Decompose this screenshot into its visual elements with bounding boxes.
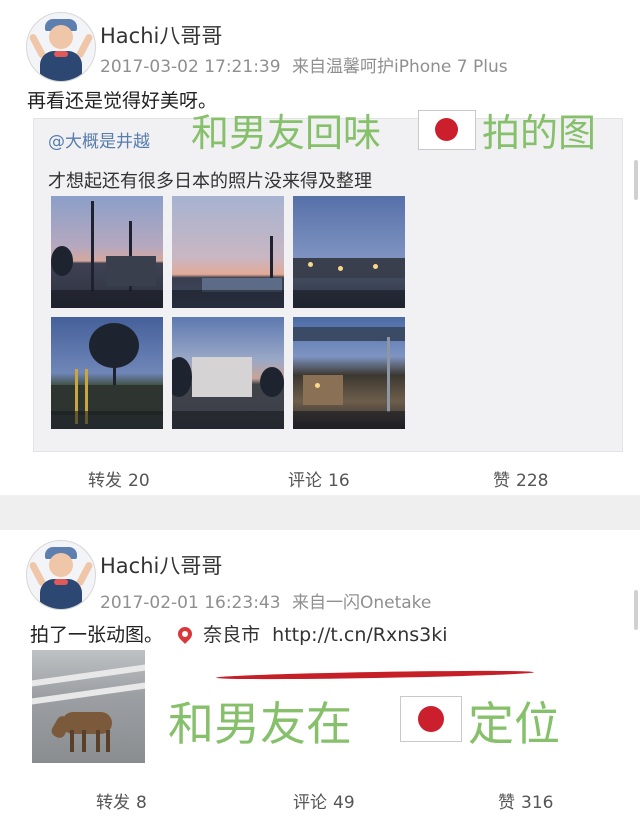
repost-label: 转发 [96,793,130,813]
post-text: 拍了一张动图。 奈良市 http://t.cn/Rxns3ki [30,620,448,647]
short-link[interactable]: http://t.cn/Rxns3ki [272,624,447,646]
timestamp: 2017-03-02 17:21:39 [100,57,281,77]
avatar[interactable] [26,540,96,610]
comment-count: 16 [328,471,350,491]
like-count: 316 [521,793,554,813]
scrollbar[interactable] [634,590,638,630]
repost-button[interactable]: 转发 8 [96,788,147,813]
username[interactable]: Hachi八哥哥 [100,550,222,580]
like-button[interactable]: 赞 316 [498,788,553,813]
repost-text: 才想起还有很多日本的照片没来得及整理 [48,171,372,192]
like-button[interactable]: 赞 228 [493,466,548,491]
annotation-text: 和男友回味 [191,111,382,155]
annotation-text-end: 拍的图 [482,111,597,155]
like-label: 赞 [498,793,515,813]
repost-button[interactable]: 转发 20 [88,466,150,491]
weibo-post-2: Hachi八哥哥 2017-02-01 16:23:43 来自一闪Onetake… [8,530,632,825]
photo-thumbnail[interactable] [293,196,405,308]
location-pin-icon [173,624,197,644]
mention-link[interactable]: @大概是井越 [48,127,150,152]
scrollbar[interactable] [634,160,638,200]
repost-count: 20 [128,471,150,491]
post-text-body: 拍了一张动图。 [30,624,164,646]
post-meta: 2017-02-01 16:23:43 来自一闪Onetake [100,588,431,613]
annotation-text-end: 定位 [468,697,560,751]
repost-block[interactable]: @大概是井越 才想起还有很多日本的照片没来得及整理 [33,118,623,452]
comment-count: 49 [333,793,355,813]
photo-thumbnail[interactable] [172,196,284,308]
japan-flag-icon [400,696,462,742]
red-underline [215,669,535,681]
photo-thumbnail[interactable] [51,196,163,308]
timestamp: 2017-02-01 16:23:43 [100,593,281,613]
username[interactable]: Hachi八哥哥 [100,20,222,50]
comment-button[interactable]: 评论 49 [293,788,355,813]
like-count: 228 [516,471,549,491]
post-source: 来自一闪Onetake [291,593,432,613]
photo-thumbnail[interactable] [51,317,163,429]
post-text: 再看还是觉得好美呀。 [27,90,218,112]
avatar[interactable] [26,12,96,82]
divider [0,495,640,530]
annotation-text: 和男友在 [168,697,352,751]
gif-thumbnail[interactable] [32,650,145,763]
post-source: 来自温馨呵护iPhone 7 Plus [291,57,508,77]
japan-flag-icon [418,110,476,150]
repost-count: 8 [136,793,147,813]
comment-label: 评论 [293,793,327,813]
repost-label: 转发 [88,471,122,491]
post-meta: 2017-03-02 17:21:39 来自温馨呵护iPhone 7 Plus [100,52,508,77]
comment-button[interactable]: 评论 16 [288,466,350,491]
photo-thumbnail[interactable] [293,317,405,429]
photo-thumbnail[interactable] [172,317,284,429]
like-label: 赞 [493,471,510,491]
weibo-post-1: Hachi八哥哥 2017-03-02 17:21:39 来自温馨呵护iPhon… [8,0,632,495]
comment-label: 评论 [288,471,322,491]
location-link[interactable]: 奈良市 [203,624,260,646]
